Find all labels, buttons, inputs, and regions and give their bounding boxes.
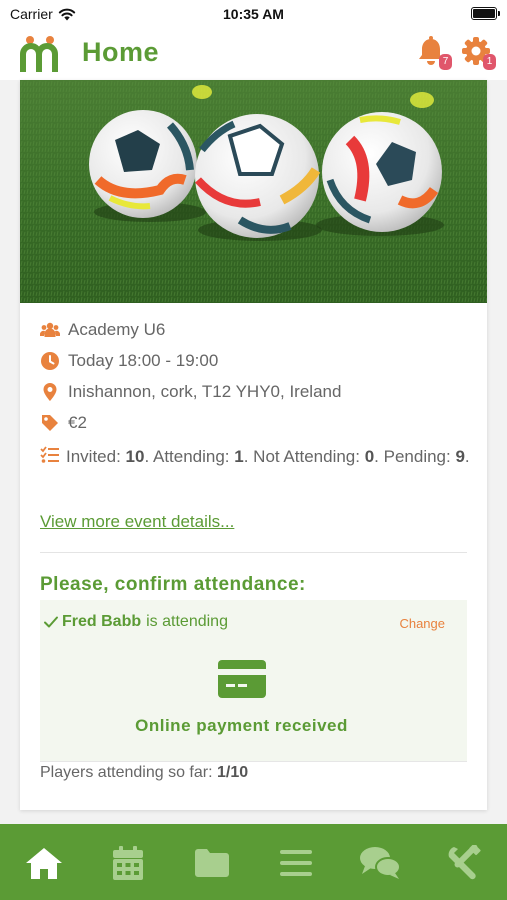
invited-count: 10 xyxy=(125,447,145,466)
clock-icon xyxy=(41,352,59,370)
credit-card-icon xyxy=(218,660,266,698)
tab-calendar[interactable] xyxy=(107,842,149,884)
tab-home[interactable] xyxy=(23,842,65,884)
pending-count: 9 xyxy=(455,447,465,466)
team-icon xyxy=(40,322,60,337)
notifications-button[interactable]: 7 xyxy=(417,36,452,70)
checklist-icon xyxy=(40,446,59,463)
change-attendance-button[interactable]: Change xyxy=(399,616,445,631)
event-time: Today 18:00 - 19:00 xyxy=(40,351,218,371)
check-icon xyxy=(44,616,58,628)
event-attendance-stats: Invited: 10. Attending: 1. Not Attending… xyxy=(40,445,470,469)
status-time: 10:35 AM xyxy=(223,6,284,22)
settings-badge: 1 xyxy=(483,54,496,70)
event-team-label: Academy U6 xyxy=(68,320,166,339)
event-team: Academy U6 xyxy=(40,320,165,340)
attendance-box: Fred Babb is attending Change Online pay… xyxy=(40,600,467,762)
menu-icon xyxy=(280,850,312,876)
tab-documents[interactable] xyxy=(191,842,233,884)
bottom-tab-bar xyxy=(0,824,507,900)
players-attending-summary: Players attending so far: 1/10 xyxy=(40,764,248,782)
attendance-status: Fred Babb is attending xyxy=(42,613,228,631)
app-logo xyxy=(20,36,58,72)
confirm-attendance-title: Please, confirm attendance: xyxy=(40,574,306,595)
invited-label: Invited: xyxy=(66,447,126,466)
players-count: 1/10 xyxy=(216,764,249,781)
attendance-status-label: is attending xyxy=(146,613,228,630)
event-location-label: Inishannon, cork, T12 YHY0, Ireland xyxy=(68,382,342,401)
event-time-label: Today 18:00 - 19:00 xyxy=(68,351,219,370)
notifications-badge: 7 xyxy=(439,54,452,70)
tools-icon xyxy=(448,845,481,880)
not-attending-label: . Not Attending: xyxy=(243,447,365,466)
tab-tools[interactable] xyxy=(443,842,485,884)
location-pin-icon xyxy=(43,383,57,401)
battery-icon xyxy=(471,7,500,20)
page-title: Home xyxy=(82,37,160,67)
status-bar: Carrier 10:35 AM xyxy=(0,0,507,28)
tab-chat[interactable] xyxy=(359,842,401,884)
player-name: Fred Babb xyxy=(62,613,142,630)
chat-icon xyxy=(360,847,401,879)
attending-label: . Attending: xyxy=(144,447,235,466)
tab-menu[interactable] xyxy=(275,842,317,884)
settings-button[interactable]: 1 xyxy=(461,36,496,70)
app-header: Home 7 1 xyxy=(0,28,507,80)
event-price: €2 xyxy=(40,413,87,433)
players-label: Players attending so far: xyxy=(40,764,217,781)
attending-count: 1 xyxy=(234,447,244,466)
event-hero-image xyxy=(20,80,487,303)
not-attending-count: 0 xyxy=(364,447,375,466)
event-price-label: €2 xyxy=(68,413,87,432)
calendar-icon xyxy=(113,846,143,880)
folder-icon xyxy=(195,849,229,877)
price-tag-icon xyxy=(42,415,58,431)
home-icon xyxy=(26,848,62,879)
pending-label: . Pending: xyxy=(374,447,456,466)
event-location: Inishannon, cork, T12 YHY0, Ireland xyxy=(40,382,341,402)
event-card: Academy U6 Today 18:00 - 19:00 Inishanno… xyxy=(20,80,487,810)
view-more-details-link[interactable]: View more event details... xyxy=(40,512,234,532)
payment-status: Online payment received xyxy=(135,716,348,735)
section-divider xyxy=(40,552,467,553)
stats-end: . xyxy=(464,447,470,466)
